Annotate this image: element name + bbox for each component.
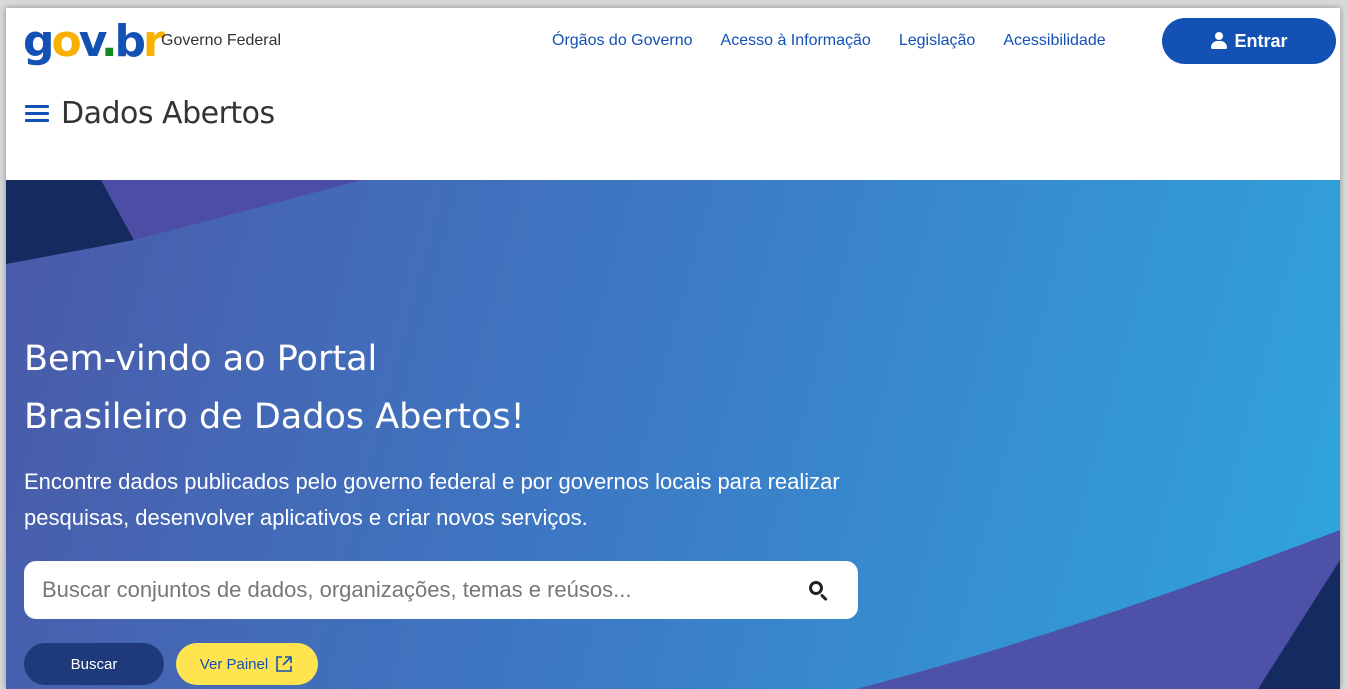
- view-panel-button[interactable]: Ver Painel: [176, 643, 318, 685]
- hero-shape-bottom-right-purple: [856, 530, 1340, 689]
- nav-link-acesso-informacao[interactable]: Acesso à Informação: [721, 32, 871, 50]
- nav-link-legislacao[interactable]: Legislação: [899, 32, 976, 50]
- search-input[interactable]: [24, 561, 798, 619]
- top-nav: Órgãos do Governo Acesso à Informação Le…: [552, 32, 1134, 50]
- external-link-icon: [276, 656, 292, 672]
- hero-title: Bem-vindo ao Portal Brasileiro de Dados …: [24, 330, 525, 446]
- browser-viewport: gov.br Governo Federal Órgãos do Governo…: [6, 8, 1340, 689]
- govbr-logo[interactable]: gov.br: [23, 14, 165, 70]
- govbr-logo-wordmark: gov.br: [23, 16, 165, 67]
- user-icon: [1210, 32, 1228, 50]
- search-bar: [24, 561, 858, 619]
- org-name: Governo Federal: [161, 32, 282, 49]
- hero-shape-top-left-purple: [101, 180, 362, 240]
- hero-description: Encontre dados publicados pelo governo f…: [24, 469, 840, 530]
- login-button[interactable]: Entrar: [1162, 18, 1336, 64]
- view-panel-label: Ver Painel: [199, 655, 269, 673]
- nav-link-acessibilidade[interactable]: Acessibilidade: [1003, 32, 1105, 50]
- hero-banner: Bem-vindo ao Portal Brasileiro de Dados …: [6, 180, 1340, 689]
- site-title: Dados Abertos: [61, 96, 275, 131]
- nav-link-orgaos[interactable]: Órgãos do Governo: [552, 32, 693, 50]
- search-button[interactable]: Buscar: [24, 643, 164, 685]
- site-header: gov.br Governo Federal Órgãos do Governo…: [6, 8, 1340, 180]
- login-button-label: Entrar: [1234, 30, 1288, 51]
- hamburger-menu-icon[interactable]: [25, 104, 49, 124]
- hero-title-line1: Bem-vindo ao Portal: [24, 339, 378, 379]
- site-title-bar: Dados Abertos: [25, 96, 275, 131]
- search-icon[interactable]: [798, 570, 838, 610]
- hero-title-line2: Brasileiro de Dados Abertos!: [24, 397, 525, 437]
